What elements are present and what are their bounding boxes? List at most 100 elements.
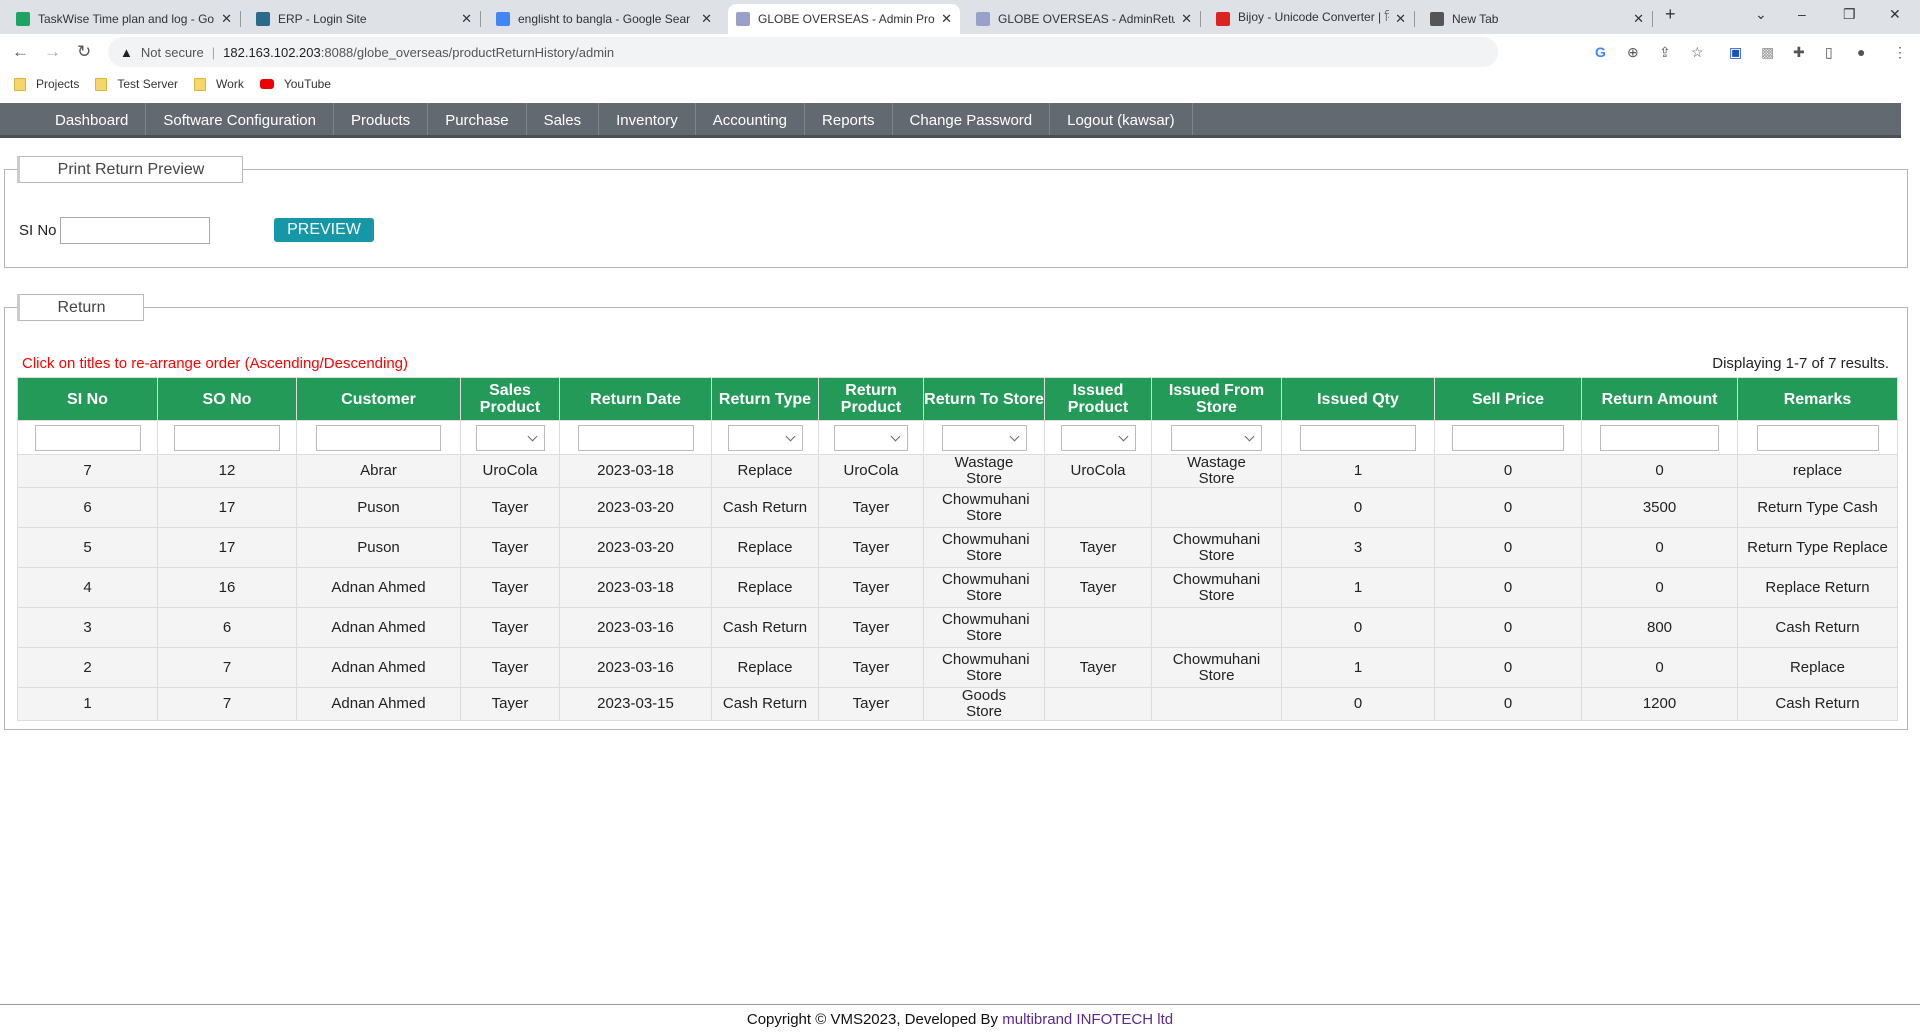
- column-header-return-date[interactable]: Return Date: [559, 377, 712, 421]
- browser-tab[interactable]: Bijoy - Unicode Converter | বিজ ✕: [1208, 4, 1415, 34]
- bookmark-star-icon[interactable]: ☆: [1691, 44, 1704, 61]
- google-lens-icon[interactable]: G: [1595, 44, 1606, 60]
- table-row: 2 7 Adnan Ahmed Tayer 2023-03-16 Replace Tayer…: [17, 647, 1898, 688]
- preview-button[interactable]: PREVIEW: [274, 218, 374, 242]
- filter-input[interactable]: [1600, 424, 1719, 451]
- column-header-return-product[interactable]: Return Product: [818, 377, 924, 421]
- nav-sales[interactable]: Sales: [527, 103, 600, 135]
- table-cell: replace: [1737, 454, 1898, 488]
- filter-input[interactable]: [1756, 424, 1879, 451]
- filter-input[interactable]: [577, 424, 694, 451]
- share-icon[interactable]: ⇪: [1659, 44, 1671, 61]
- warning-icon: ▲: [120, 44, 133, 60]
- nav-dashboard[interactable]: Dashboard: [38, 103, 147, 135]
- filter-input[interactable]: [34, 424, 141, 451]
- close-tab-icon[interactable]: ✕: [701, 11, 712, 27]
- filter-input[interactable]: [316, 424, 441, 451]
- filter-select[interactable]: [834, 424, 908, 451]
- url-host: 182.163.102.203: [223, 44, 321, 60]
- column-header-issued-qty[interactable]: Issued Qty: [1281, 377, 1435, 421]
- close-tab-icon[interactable]: ✕: [461, 11, 472, 27]
- nav-accounting[interactable]: Accounting: [696, 103, 806, 135]
- bookmark-work[interactable]: Work: [194, 77, 244, 91]
- minimize-icon[interactable]: –: [1798, 6, 1806, 22]
- column-header-return-amount[interactable]: Return Amount: [1581, 377, 1738, 421]
- bookmark-projects[interactable]: Projects: [14, 77, 79, 91]
- table-cell: 0: [1434, 687, 1582, 721]
- nav-inventory[interactable]: Inventory: [599, 103, 696, 135]
- si-no-input[interactable]: [60, 217, 210, 244]
- bookmark-label: Test Server: [117, 77, 179, 91]
- tab-divider: [480, 11, 481, 27]
- table-cell: 2023-03-15: [559, 687, 712, 721]
- nav-software-configuration[interactable]: Software Configuration: [146, 103, 334, 135]
- column-header-customer[interactable]: Customer: [296, 377, 461, 421]
- tab-search-icon[interactable]: ⌄: [1755, 6, 1767, 23]
- nav-change-password[interactable]: Change Password: [893, 103, 1051, 135]
- column-header-issued-product[interactable]: Issued Product: [1044, 377, 1152, 421]
- column-header-return-type[interactable]: Return Type: [711, 377, 819, 421]
- browser-tab[interactable]: New Tab ✕: [1422, 4, 1653, 34]
- nav-products[interactable]: Products: [334, 103, 429, 135]
- table-cell: Tayer: [460, 687, 560, 721]
- filter-select[interactable]: [941, 424, 1027, 451]
- developer-link[interactable]: multibrand INFOTECH ltd: [1002, 1011, 1173, 1028]
- column-header-so-no[interactable]: SO No: [157, 377, 297, 421]
- column-header-return-to-store[interactable]: Return To Store: [923, 377, 1045, 421]
- filter-select[interactable]: [475, 424, 545, 451]
- close-tab-icon[interactable]: ✕: [1633, 11, 1644, 27]
- close-tab-icon[interactable]: ✕: [1395, 11, 1406, 27]
- bookmark-test-server[interactable]: Test Server: [95, 77, 178, 91]
- close-window-icon[interactable]: ✕: [1889, 6, 1901, 23]
- nav-reports[interactable]: Reports: [805, 103, 893, 135]
- forward-icon[interactable]: →: [44, 42, 61, 62]
- table-cell: Tayer: [460, 487, 560, 528]
- side-panel-icon[interactable]: ▯: [1825, 44, 1833, 61]
- bookmark-youtube[interactable]: YouTube: [259, 77, 331, 91]
- browser-tab[interactable]: englisht to bangla - Google Sear ✕: [488, 4, 720, 34]
- new-tab-icon[interactable]: +: [1665, 4, 1676, 25]
- filter-input[interactable]: [1300, 424, 1416, 451]
- table-cell: [1151, 607, 1282, 648]
- filter-select[interactable]: [1060, 424, 1136, 451]
- not-secure-label[interactable]: Not secure: [141, 45, 204, 60]
- close-tab-icon[interactable]: ✕: [221, 11, 232, 27]
- browser-tab[interactable]: GLOBE OVERSEAS - Admin Produ ✕: [728, 4, 960, 34]
- extension-icon[interactable]: ▩: [1761, 44, 1774, 61]
- column-header-issued-from-store[interactable]: Issued From Store: [1151, 377, 1282, 421]
- menu-icon[interactable]: ⋮: [1893, 44, 1907, 61]
- close-tab-icon[interactable]: ✕: [1181, 11, 1192, 27]
- reload-icon[interactable]: ↻: [77, 42, 91, 62]
- table-cell: Puson: [296, 527, 461, 568]
- address-bar[interactable]: ▲ Not secure | 182.163.102.203:8088/glob…: [108, 37, 1498, 67]
- column-header-si-no[interactable]: SI No: [17, 377, 158, 421]
- column-header-sell-price[interactable]: Sell Price: [1434, 377, 1582, 421]
- zoom-icon[interactable]: ⊕: [1627, 44, 1639, 61]
- extension-icon[interactable]: ▣: [1729, 44, 1742, 61]
- nav-purchase[interactable]: Purchase: [428, 103, 527, 135]
- browser-tab[interactable]: TaskWise Time plan and log - Go ✕: [8, 4, 241, 34]
- column-header-remarks[interactable]: Remarks: [1737, 377, 1898, 421]
- restore-icon[interactable]: ❐: [1843, 6, 1856, 23]
- table-row: 1 7 Adnan Ahmed Tayer 2023-03-15 Cash Return T…: [17, 687, 1898, 721]
- close-tab-icon[interactable]: ✕: [941, 11, 952, 27]
- nav-logout-kawsar[interactable]: Logout (kawsar): [1050, 103, 1193, 135]
- filter-select[interactable]: [1171, 424, 1262, 451]
- table-cell: 0: [1281, 687, 1435, 721]
- table-cell: Wastage Store: [1151, 454, 1282, 488]
- filter-cell: [559, 420, 712, 455]
- filter-select[interactable]: [727, 424, 803, 451]
- column-header-sales-product[interactable]: Sales Product: [460, 377, 560, 421]
- puzzle-icon[interactable]: ✚: [1793, 44, 1805, 61]
- avatar[interactable]: ●: [1857, 44, 1865, 60]
- filter-input[interactable]: [1452, 424, 1564, 451]
- browser-tab[interactable]: ERP - Login Site ✕: [248, 4, 481, 34]
- table-cell: Chowmuhani Store: [923, 487, 1045, 528]
- browser-tab[interactable]: GLOBE OVERSEAS - AdminRetur ✕: [968, 4, 1201, 34]
- tab-divider: [240, 11, 241, 27]
- bookmark-label: Projects: [36, 77, 80, 91]
- filter-cell: [818, 420, 924, 455]
- back-icon[interactable]: ←: [12, 42, 29, 62]
- filter-input[interactable]: [174, 424, 280, 451]
- table-cell: Tayer: [818, 607, 924, 648]
